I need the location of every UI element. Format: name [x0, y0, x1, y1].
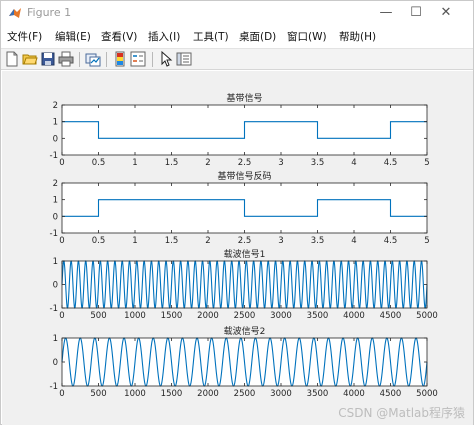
x-tick-label: 1500 [161, 389, 183, 399]
x-tick-label: 1.5 [165, 236, 179, 246]
toolbar-separator [106, 52, 107, 67]
x-tick-label: 2.5 [238, 236, 252, 246]
x-tick-label: 0 [59, 389, 64, 399]
x-tick-label: 1.5 [165, 158, 179, 168]
x-tick-label: 3000 [270, 311, 292, 321]
y-tick-label: 1 [53, 118, 58, 128]
x-tick-label: 5 [424, 236, 429, 246]
x-tick-label: 1 [132, 158, 137, 168]
menu-view[interactable]: 查看(V) [101, 29, 137, 44]
menu-desktop[interactable]: 桌面(D) [239, 29, 276, 44]
y-tick-label: 0 [53, 358, 58, 368]
y-tick-label: 0 [53, 281, 58, 291]
close-button[interactable]: ✕ [431, 1, 461, 26]
x-tick-label: 4 [351, 158, 356, 168]
menu-edit[interactable]: 编辑(E) [55, 29, 91, 44]
x-tick-label: 2.5 [238, 158, 252, 168]
y-tick-label: 0 [53, 134, 58, 144]
x-tick-label: 2500 [234, 311, 256, 321]
y-tick-label: 1 [53, 257, 58, 267]
x-tick-label: 3 [278, 158, 283, 168]
figure-window: Figure 1 — ☐ ✕ 文件(F) 编辑(E) 查看(V) 插入(I) 工… [0, 0, 474, 425]
toolbar-separator [152, 52, 153, 67]
insert-colorbar-icon[interactable] [112, 51, 128, 67]
x-tick-label: 5000 [416, 311, 438, 321]
x-tick-label: 3000 [270, 389, 292, 399]
insert-legend-icon[interactable] [130, 51, 146, 67]
save-icon[interactable] [40, 51, 56, 67]
x-tick-label: 2 [205, 158, 210, 168]
y-tick-label: 1 [53, 334, 58, 344]
y-tick-label: -1 [50, 229, 58, 239]
select-arrow-icon[interactable] [158, 51, 174, 67]
new-figure-icon[interactable] [4, 51, 20, 67]
toolbar [1, 48, 473, 70]
x-tick-label: 5000 [416, 389, 438, 399]
x-tick-label: 3.5 [311, 158, 325, 168]
window-title: Figure 1 [27, 6, 72, 19]
x-tick-label: 2 [205, 236, 210, 246]
maximize-button[interactable]: ☐ [401, 1, 431, 26]
x-tick-label: 1000 [124, 311, 146, 321]
x-tick-label: 2000 [197, 311, 219, 321]
x-tick-label: 4 [351, 236, 356, 246]
chart-title: 基带信号反码 [217, 170, 271, 182]
chart-title: 基带信号 [226, 92, 262, 104]
y-tick-label: 1 [53, 196, 58, 206]
y-tick-label: 2 [53, 101, 58, 111]
menu-help[interactable]: 帮助(H) [339, 29, 376, 44]
menu-insert[interactable]: 插入(I) [148, 29, 180, 44]
menu-tools[interactable]: 工具(T) [193, 29, 229, 44]
watermark: CSDN @Matlab程序猿 [338, 406, 465, 420]
x-tick-label: 4000 [343, 389, 365, 399]
x-tick-label: 1 [132, 236, 137, 246]
figure-canvas: 0 0.5 1 1.5 2 2.5 3 3.5 4 4.5 5 -1 0 1 2 基带信号 0 0.5 1 1.5 2 2… [2, 71, 473, 425]
chart-title: 载波信号2 [224, 325, 266, 337]
x-tick-label: 0 [59, 158, 64, 168]
x-tick-label: 4500 [380, 389, 402, 399]
x-tick-label: 3.5 [311, 236, 325, 246]
link-plot-icon[interactable] [85, 51, 101, 67]
plots-svg: 0 0.5 1 1.5 2 2.5 3 3.5 4 4.5 5-1012基带信号0 0.5 1 1.5 2 2… [50, 92, 438, 399]
x-tick-label: 500 [90, 389, 106, 399]
y-tick-label: 2 [53, 179, 58, 189]
x-tick-label: 2500 [234, 389, 256, 399]
y-tick-label: -1 [50, 304, 58, 314]
y-tick-label: -1 [50, 151, 58, 161]
x-tick-label: 2000 [197, 389, 219, 399]
toolbar-separator [79, 52, 80, 67]
x-tick-label: 5 [424, 158, 429, 168]
x-tick-label: 3 [278, 236, 283, 246]
x-tick-label: 4.5 [384, 158, 398, 168]
x-tick-label: 0.5 [92, 236, 106, 246]
y-tick-label: 0 [53, 212, 58, 222]
chart-title: 载波信号1 [224, 248, 266, 260]
minimize-button[interactable]: — [371, 1, 401, 26]
open-file-icon[interactable] [22, 51, 38, 67]
x-tick-label: 3500 [307, 311, 329, 321]
x-tick-label: 4500 [380, 311, 402, 321]
x-tick-label: 0 [59, 236, 64, 246]
menu-file[interactable]: 文件(F) [7, 29, 42, 44]
x-tick-label: 4000 [343, 311, 365, 321]
x-tick-label: 0.5 [92, 158, 106, 168]
y-tick-label: -1 [50, 382, 58, 392]
title-bar[interactable]: Figure 1 — ☐ ✕ [1, 1, 473, 26]
x-tick-label: 500 [90, 311, 106, 321]
x-tick-label: 0 [59, 311, 64, 321]
property-inspector-icon[interactable] [176, 51, 192, 67]
x-tick-label: 4.5 [384, 236, 398, 246]
x-tick-label: 1500 [161, 311, 183, 321]
matlab-logo-icon [9, 8, 21, 18]
print-icon[interactable] [58, 51, 74, 67]
menu-bar: 文件(F) 编辑(E) 查看(V) 插入(I) 工具(T) 桌面(D) 窗口(W… [1, 27, 473, 45]
x-tick-label: 3500 [307, 389, 329, 399]
x-tick-label: 1000 [124, 389, 146, 399]
menu-window[interactable]: 窗口(W) [287, 29, 327, 44]
